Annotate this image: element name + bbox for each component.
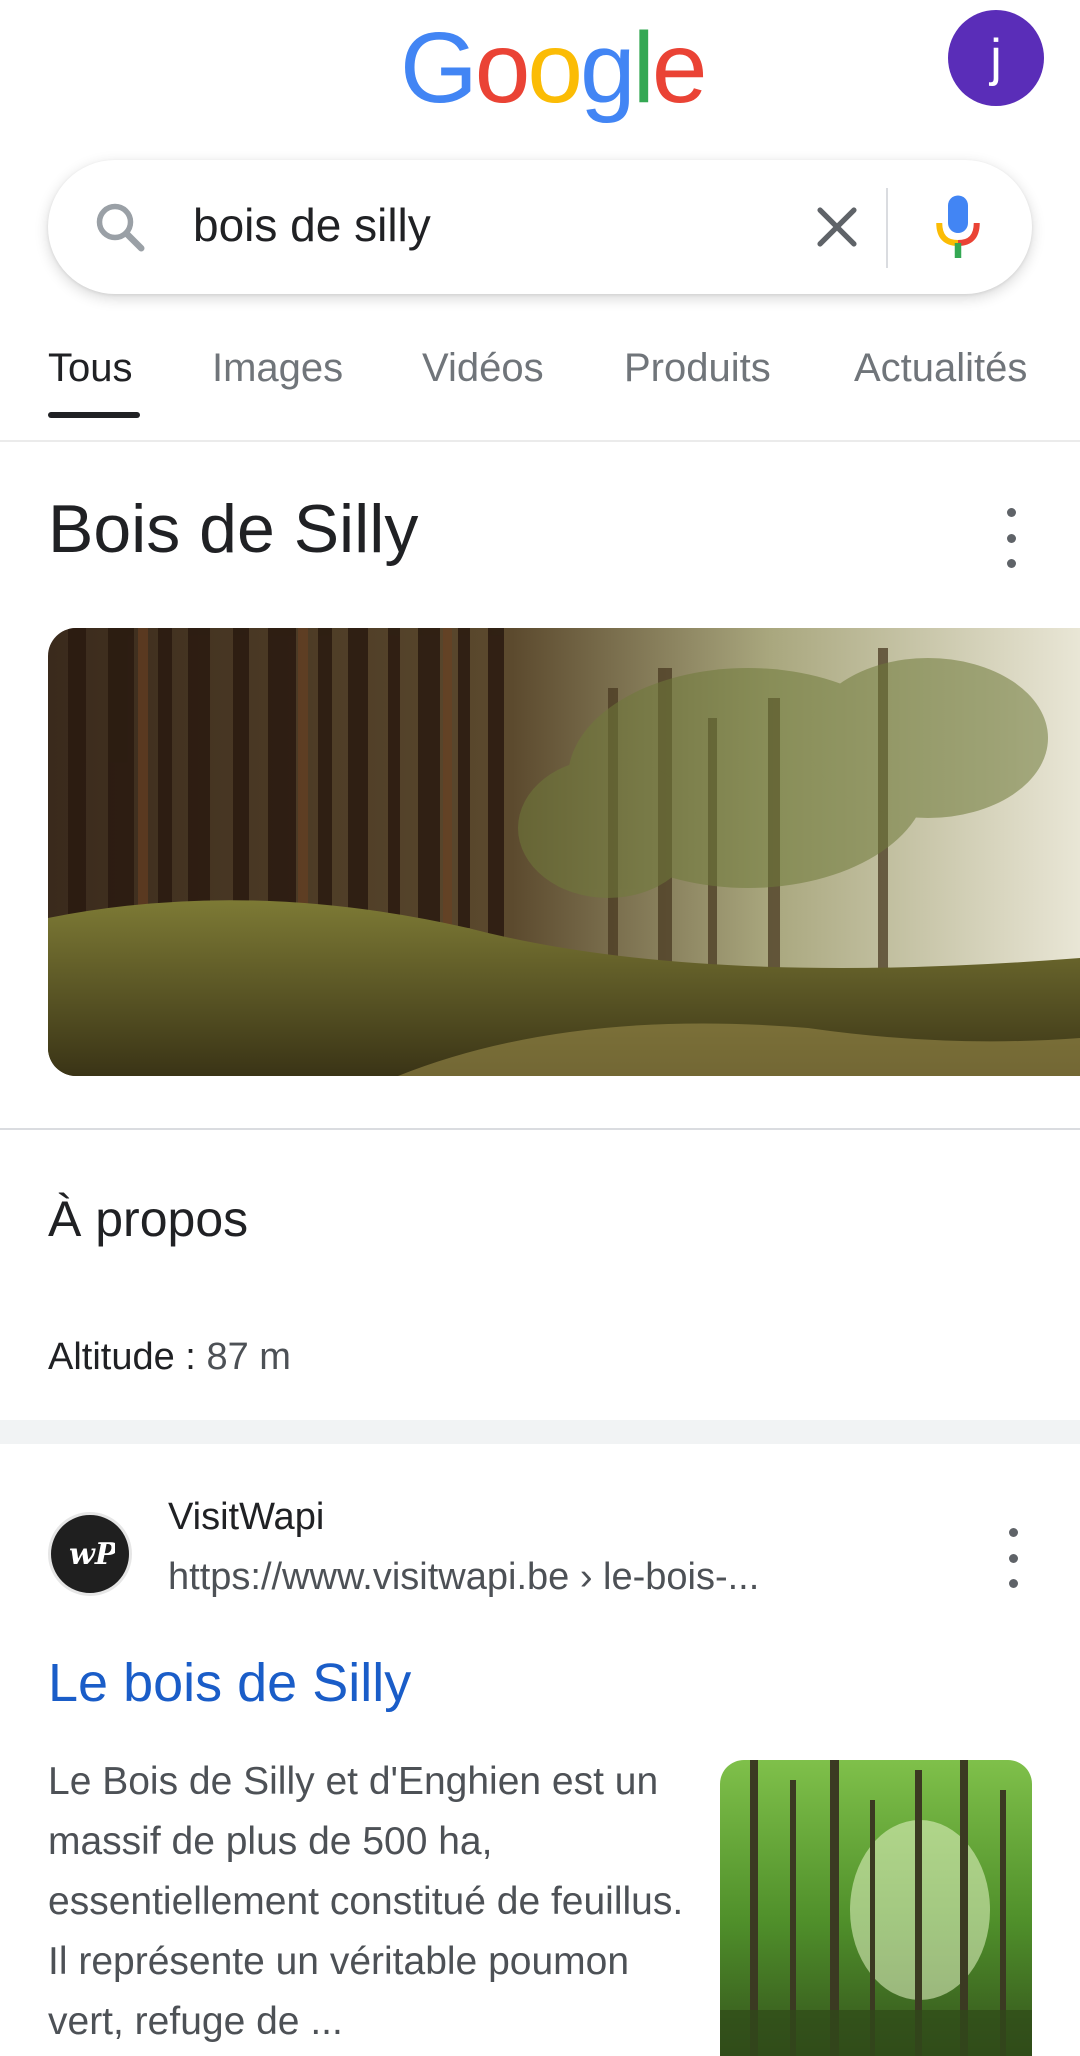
search-icon <box>96 203 145 252</box>
site-favicon[interactable]: wP <box>48 1512 132 1596</box>
result-thumbnail[interactable] <box>720 1760 1032 2056</box>
section-separator-band <box>0 1420 1080 1444</box>
mic-icon[interactable] <box>928 190 988 266</box>
section-divider <box>0 1128 1080 1130</box>
altitude-attribute: Altitude : 87 m <box>48 1336 291 1378</box>
search-box[interactable]: bois de silly <box>48 160 1032 294</box>
account-avatar[interactable]: j <box>948 10 1044 106</box>
knowledge-panel-title: Bois de Silly <box>48 491 419 567</box>
google-logo[interactable]: Google <box>400 18 707 118</box>
about-heading: À propos <box>48 1191 249 1247</box>
avatar-letter: j <box>990 29 1002 87</box>
attribute-value: 87 m <box>206 1336 291 1378</box>
result-title-link[interactable]: Le bois de Silly <box>48 1652 411 1714</box>
clear-icon[interactable] <box>808 198 866 256</box>
tab-videos[interactable]: Vidéos <box>422 346 544 391</box>
active-tab-indicator <box>48 412 140 418</box>
forest-image[interactable] <box>48 628 1080 1076</box>
result-url[interactable]: https://www.visitwapi.be › le-bois-... <box>168 1556 759 1599</box>
tab-images[interactable]: Images <box>212 346 343 391</box>
result-snippet: Le Bois de Silly et d'Enghien est un mas… <box>48 1760 684 2043</box>
result-site-name[interactable]: VisitWapi <box>168 1496 324 1539</box>
svg-text:wP: wP <box>69 1537 115 1572</box>
search-tabs: Tous Images Vidéos Produits Actualités <box>0 330 1080 442</box>
tab-actualites[interactable]: Actualités <box>854 346 1027 391</box>
search-divider <box>886 188 888 268</box>
tab-tous[interactable]: Tous <box>48 346 133 391</box>
search-input[interactable]: bois de silly <box>193 198 431 252</box>
tab-produits[interactable]: Produits <box>624 346 771 391</box>
more-vert-icon[interactable] <box>996 508 1026 568</box>
more-vert-icon[interactable] <box>998 1528 1028 1588</box>
attribute-label[interactable]: Altitude <box>48 1336 175 1378</box>
